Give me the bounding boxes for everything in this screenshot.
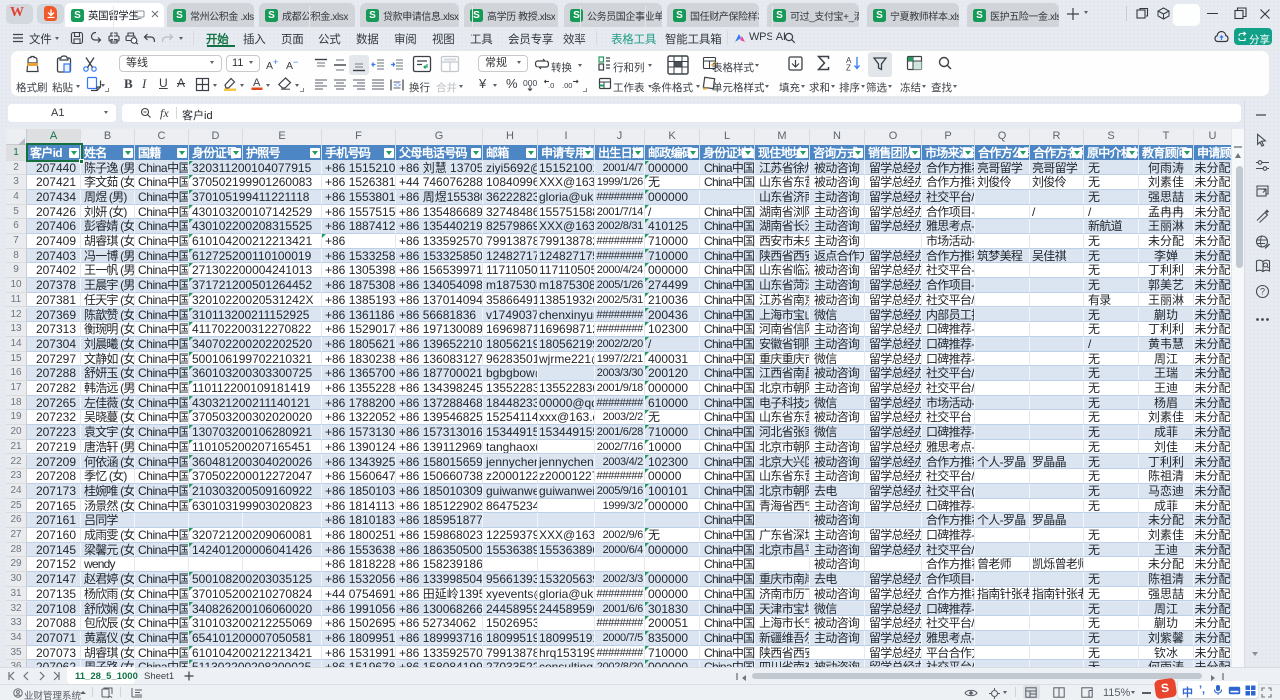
svg-text:.0: .0	[548, 81, 554, 89]
svg-text:<>: <>	[394, 83, 402, 89]
svg-text:?: ?	[1260, 287, 1265, 297]
svg-text:.00: .00	[562, 81, 572, 89]
svg-text:Z: Z	[846, 64, 851, 72]
svg-text:A: A	[253, 77, 261, 89]
